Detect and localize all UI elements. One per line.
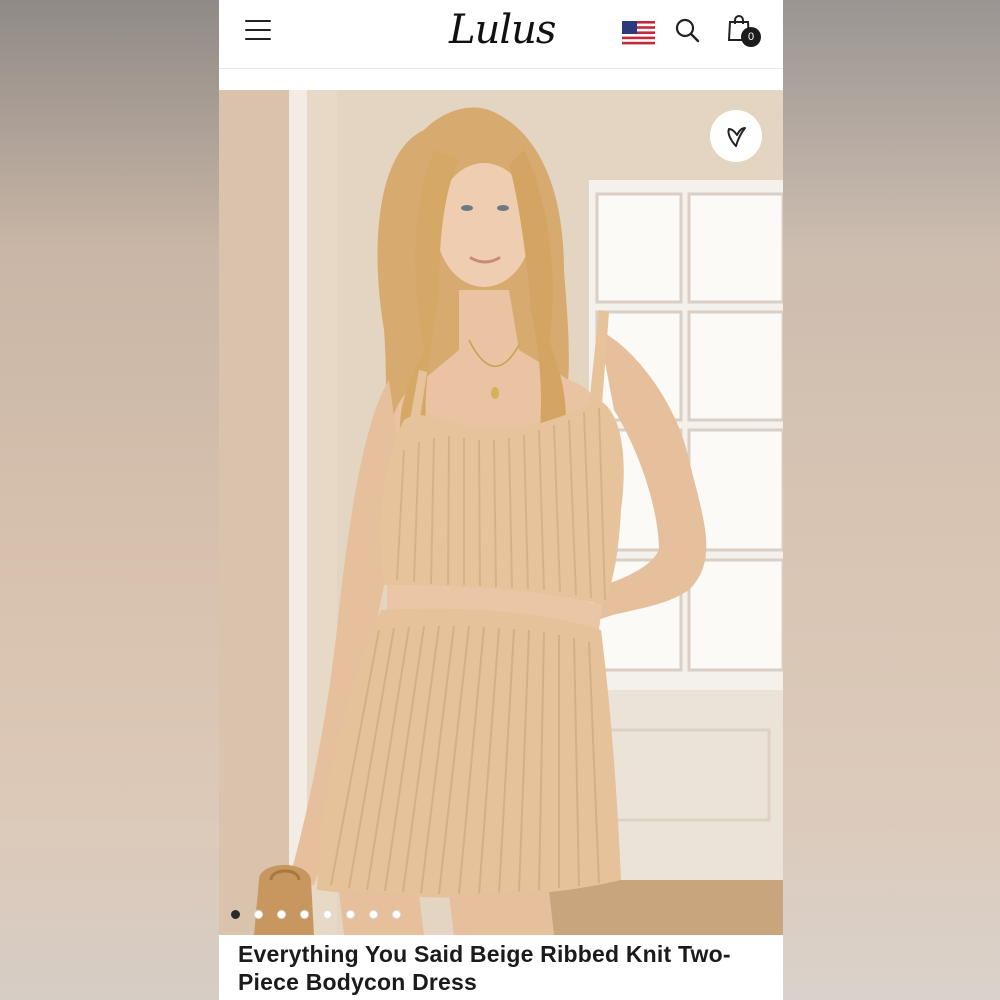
- carousel-dot[interactable]: [369, 910, 378, 919]
- wishlist-button[interactable]: [710, 110, 762, 162]
- carousel-dot[interactable]: [254, 910, 263, 919]
- carousel-dot[interactable]: [300, 910, 309, 919]
- carousel-dot[interactable]: [323, 910, 332, 919]
- carousel-dot[interactable]: [277, 910, 286, 919]
- lulus-logo[interactable]: Lulus: [449, 4, 556, 56]
- backdrop-left: [0, 0, 219, 1000]
- carousel-dot[interactable]: [392, 910, 401, 919]
- cart-count-badge: 0: [741, 27, 761, 47]
- menu-icon[interactable]: [245, 20, 271, 40]
- image-carousel-dots: [231, 910, 401, 920]
- product-photo-illustration: [219, 90, 783, 935]
- carousel-dot[interactable]: [231, 910, 240, 919]
- mobile-page: Lulus 0 Everything You Said Beige Ribbed…: [219, 0, 783, 1000]
- backdrop-right: [783, 0, 1000, 1000]
- us-flag-icon[interactable]: [622, 21, 655, 45]
- product-title: Everything You Said Beige Ribbed Knit Tw…: [238, 941, 731, 995]
- product-image[interactable]: [219, 90, 783, 935]
- site-header: Lulus 0: [219, 0, 783, 69]
- search-icon[interactable]: [674, 17, 700, 43]
- carousel-dot[interactable]: [346, 910, 355, 919]
- heart-icon: [727, 127, 746, 147]
